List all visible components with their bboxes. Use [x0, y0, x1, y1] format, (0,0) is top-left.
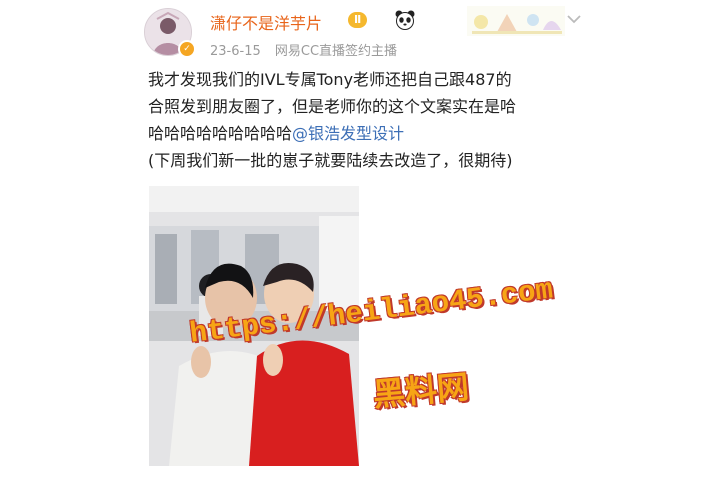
- watermark-name: 黑料网: [371, 367, 471, 414]
- post-text-line: 合照发到朋友圈了，但是老师你的这个文案实在是哈: [148, 93, 580, 120]
- level-badge: Ⅱ: [348, 12, 368, 28]
- mention-link[interactable]: @银浩发型设计: [292, 124, 404, 143]
- post-header: ✓ 潇仔不是洋芋片 Ⅱ 23-6-15 网易CC直播签约主播: [132, 0, 592, 66]
- post-text-line: 哈哈哈哈哈哈哈哈哈@银浩发型设计: [148, 120, 580, 147]
- post-text-line-part: 哈哈哈哈哈哈哈哈哈: [148, 124, 293, 143]
- post-body: 我才发现我们的IVL专属Tony老师还把自己跟487的 合照发到朋友圈了，但是老…: [148, 66, 580, 174]
- post-source: 网易CC直播签约主播: [274, 44, 398, 59]
- weibo-post-card: ✓ 潇仔不是洋芋片 Ⅱ 23-6-15 网易CC直播签约主播 我才发现我们的IV…: [132, 0, 592, 477]
- post-text-line: 我才发现我们的IVL专属Tony老师还把自己跟487的: [148, 70, 512, 89]
- author-name[interactable]: 潇仔不是洋芋片: [210, 10, 322, 34]
- post-meta: 23-6-15 网易CC直播签约主播: [210, 40, 407, 59]
- verified-badge-icon: ✓: [178, 40, 196, 58]
- post-date: 23-6-15: [210, 44, 261, 59]
- panda-emoji-icon: [395, 10, 415, 30]
- chevron-down-icon[interactable]: [566, 12, 582, 26]
- header-decoration-image: [467, 6, 565, 36]
- post-text-line-part: 合照发到朋友圈了，但是老师你的这个文案实在是哈: [148, 97, 517, 116]
- post-text-line: (下周我们新一批的崽子就要陆续去改造了，很期待): [148, 151, 513, 170]
